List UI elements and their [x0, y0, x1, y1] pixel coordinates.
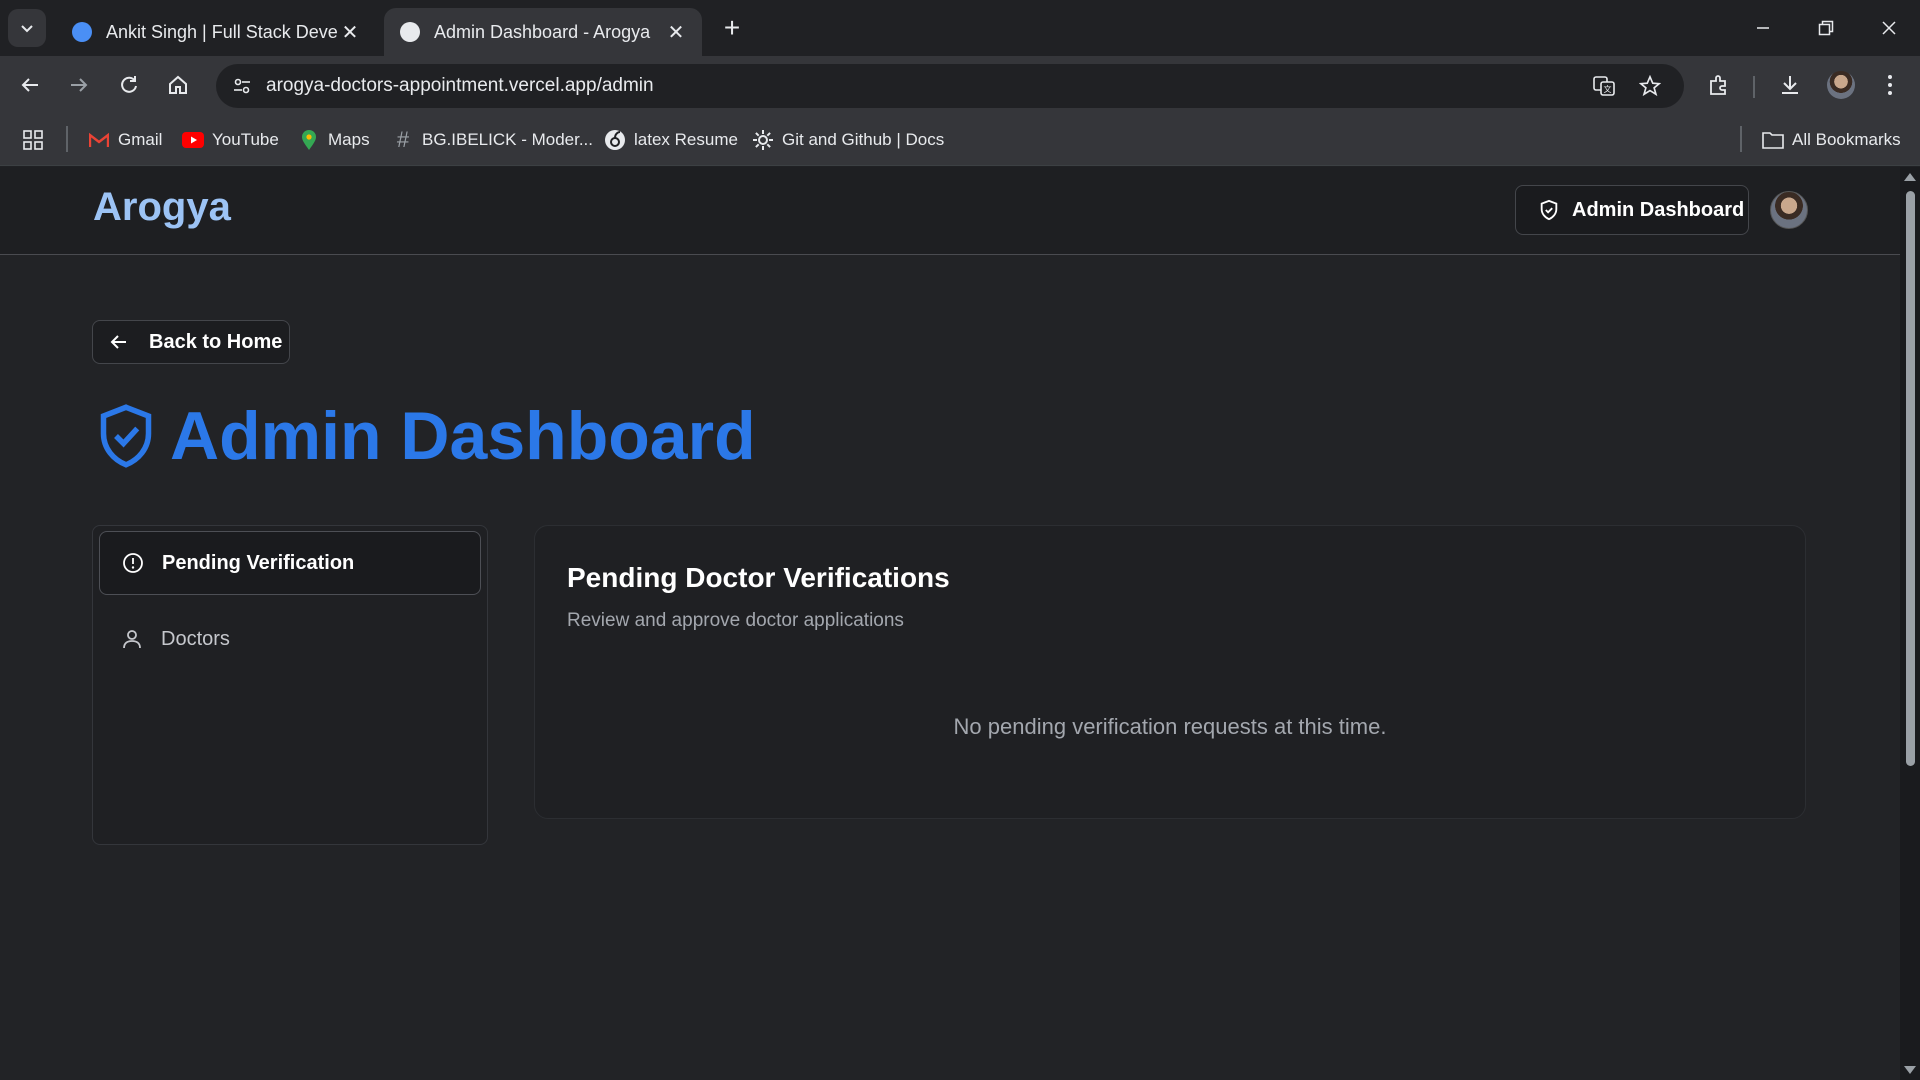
tab-portfolio[interactable]: Ankit Singh | Full Stack Develop ✕ [56, 8, 376, 56]
card-subtitle: Review and approve doctor applications [567, 610, 904, 631]
bookmark-label: Maps [328, 130, 370, 149]
bookmark-git-github-docs[interactable]: Git and Github | Docs [752, 126, 944, 154]
minimize-icon [1757, 27, 1769, 29]
hash-icon: # [396, 127, 410, 152]
address-bar[interactable]: arogya-doctors-appointment.vercel.app/ad… [216, 64, 1684, 108]
home-icon [169, 75, 187, 94]
arogya-favicon-icon [400, 22, 420, 42]
brand-logo[interactable]: Arogya [93, 185, 231, 230]
admin-sidebar: Pending Verification Doctors [92, 525, 488, 845]
toolbar-divider [1753, 76, 1755, 98]
reload-icon [121, 76, 137, 93]
folder-icon [1762, 129, 1784, 151]
bookmarks-bar: Gmail YouTube Maps # BG.IBELICK - Moder.… [0, 114, 1920, 166]
bookmark-label: BG.IBELICK - Moder... [422, 130, 594, 149]
tab-search-button[interactable] [8, 9, 46, 47]
minimize-button[interactable] [1732, 0, 1794, 56]
bookmark-star-icon[interactable] [1636, 72, 1664, 100]
browser-toolbar: arogya-doctors-appointment.vercel.app/ad… [0, 56, 1920, 114]
youtube-icon [182, 129, 204, 151]
portfolio-favicon-icon [72, 22, 92, 42]
arrow-left-icon [109, 332, 129, 352]
bookmark-label: YouTube [212, 130, 279, 149]
browser-window: Ankit Singh | Full Stack Develop ✕ Admin… [0, 0, 1920, 1080]
arrow-right-icon [71, 78, 88, 92]
scroll-thumb[interactable] [1906, 191, 1915, 766]
gmail-icon [88, 129, 110, 151]
home-button[interactable] [158, 65, 198, 105]
site-info-icon[interactable] [228, 72, 256, 100]
maps-icon [298, 129, 320, 151]
back-to-home-button[interactable]: Back to Home [92, 320, 290, 364]
profile-avatar[interactable] [1824, 68, 1858, 102]
arrow-left-icon [21, 78, 38, 92]
bookmarks-divider [1740, 126, 1742, 152]
user-icon [121, 628, 143, 650]
bookmark-label: Git and Github | Docs [782, 130, 945, 149]
close-icon [1882, 21, 1896, 35]
bookmark-latex-resume[interactable]: latex Resume [604, 126, 738, 154]
new-tab-button[interactable]: + [716, 12, 748, 44]
admin-dashboard-label: Admin Dashboard [1572, 198, 1745, 221]
extensions-icon[interactable] [1702, 68, 1736, 102]
empty-state-message: No pending verification requests at this… [953, 714, 1387, 739]
nav-label: Pending Verification [162, 551, 355, 574]
svg-text:文: 文 [1604, 84, 1612, 94]
overleaf-icon [604, 129, 626, 151]
admin-dashboard-button[interactable]: Admin Dashboard [1515, 185, 1749, 235]
shield-check-icon [96, 402, 156, 470]
close-icon[interactable]: ✕ [338, 20, 362, 44]
bookmark-gmail[interactable]: Gmail [88, 126, 162, 154]
scroll-down-arrow-icon[interactable] [1904, 1066, 1916, 1074]
user-avatar[interactable] [1770, 191, 1808, 229]
bookmark-maps[interactable]: Maps [298, 126, 370, 154]
bookmark-youtube[interactable]: YouTube [182, 126, 279, 154]
chevron-down-icon [21, 25, 33, 33]
page-scrollbar[interactable] [1900, 167, 1920, 1080]
page-title: Admin Dashboard [96, 397, 756, 475]
gear-icon [752, 129, 774, 151]
bookmark-label: Gmail [118, 130, 163, 149]
tab-strip: Ankit Singh | Full Stack Develop ✕ Admin… [0, 0, 1920, 56]
site-header: Arogya Admin Dashboard [0, 167, 1900, 255]
tab-admin-dashboard[interactable]: Admin Dashboard - Arogya ✕ [384, 8, 702, 56]
nav-pending-verification[interactable]: Pending Verification [99, 531, 481, 595]
nav-doctors[interactable]: Doctors [99, 607, 481, 671]
close-icon[interactable]: ✕ [664, 20, 688, 44]
page-heading: Admin Dashboard [170, 398, 756, 474]
back-to-home-label: Back to Home [149, 330, 283, 353]
reload-button[interactable] [109, 65, 149, 105]
shield-check-icon [1538, 199, 1560, 221]
scroll-up-arrow-icon[interactable] [1904, 173, 1916, 181]
menu-kebab-icon[interactable] [1873, 68, 1907, 102]
apps-grid-icon[interactable] [22, 126, 44, 154]
bookmark-label: latex Resume [634, 130, 738, 149]
alert-circle-icon [122, 552, 144, 574]
download-icon[interactable] [1773, 68, 1807, 102]
translate-icon[interactable]: 文 [1590, 72, 1618, 100]
back-button[interactable] [10, 65, 50, 105]
pending-verifications-card: Pending Doctor Verifications Review and … [534, 525, 1806, 819]
card-title: Pending Doctor Verifications [567, 562, 950, 593]
tab-title: Admin Dashboard - Arogya [434, 21, 651, 42]
forward-button[interactable] [59, 65, 99, 105]
bookmark-bg-ibelick[interactable]: # BG.IBELICK - Moder... [392, 126, 593, 154]
restore-button[interactable] [1795, 0, 1857, 56]
url-text: arogya-doctors-appointment.vercel.app/ad… [266, 75, 654, 96]
all-bookmarks-button[interactable]: All Bookmarks [1762, 126, 1901, 154]
nav-label: Doctors [161, 627, 230, 650]
web-page: Arogya Admin Dashboard Back to Home Admi… [0, 167, 1900, 1080]
bookmarks-divider [66, 126, 68, 152]
close-window-button[interactable] [1858, 0, 1920, 56]
restore-icon [1818, 20, 1834, 36]
all-bookmarks-label: All Bookmarks [1792, 130, 1901, 149]
tab-title: Ankit Singh | Full Stack Develop [106, 21, 338, 42]
